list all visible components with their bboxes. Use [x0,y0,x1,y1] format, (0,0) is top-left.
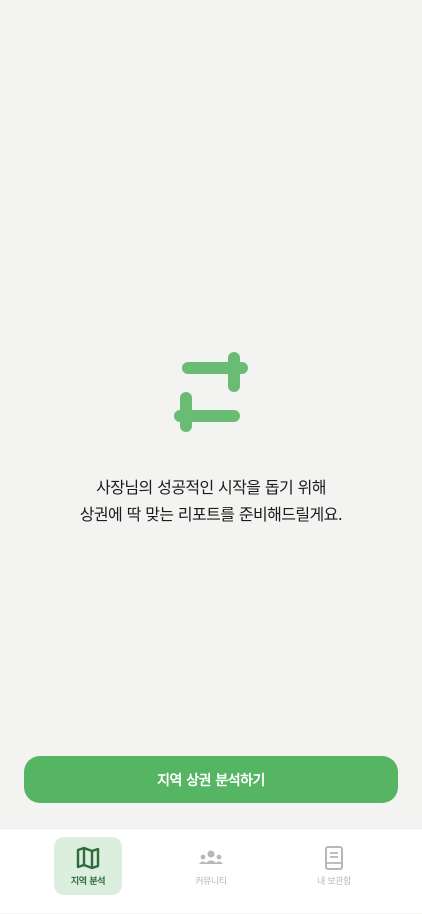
bottom-tab-bar: 지역 분석 커뮤니티 내 보관함 [0,828,422,913]
tab-area-analysis-label: 지역 분석 [70,877,106,887]
map-icon [76,846,100,870]
app-logo-icon [170,352,250,434]
tab-community-label: 커뮤니티 [195,877,227,887]
community-icon [199,850,223,864]
archive-icon [325,846,343,870]
tab-my-archive-label: 내 보관함 [317,877,351,887]
tab-area-analysis[interactable]: 지역 분석 [54,837,122,895]
intro-message-line2: 상권에 딱 맞는 리포트를 준비해드릴게요. [79,505,343,524]
tab-my-archive[interactable]: 내 보관함 [300,837,368,895]
analyze-area-button[interactable]: 지역 상권 분석하기 [24,756,398,803]
intro-message-line1: 사장님의 성공적인 시작을 돕기 위해 [96,478,326,497]
intro-message: 사장님의 성공적인 시작을 돕기 위해 상권에 딱 맞는 리포트를 준비해드릴게… [0,474,422,528]
tab-community[interactable]: 커뮤니티 [177,837,245,895]
